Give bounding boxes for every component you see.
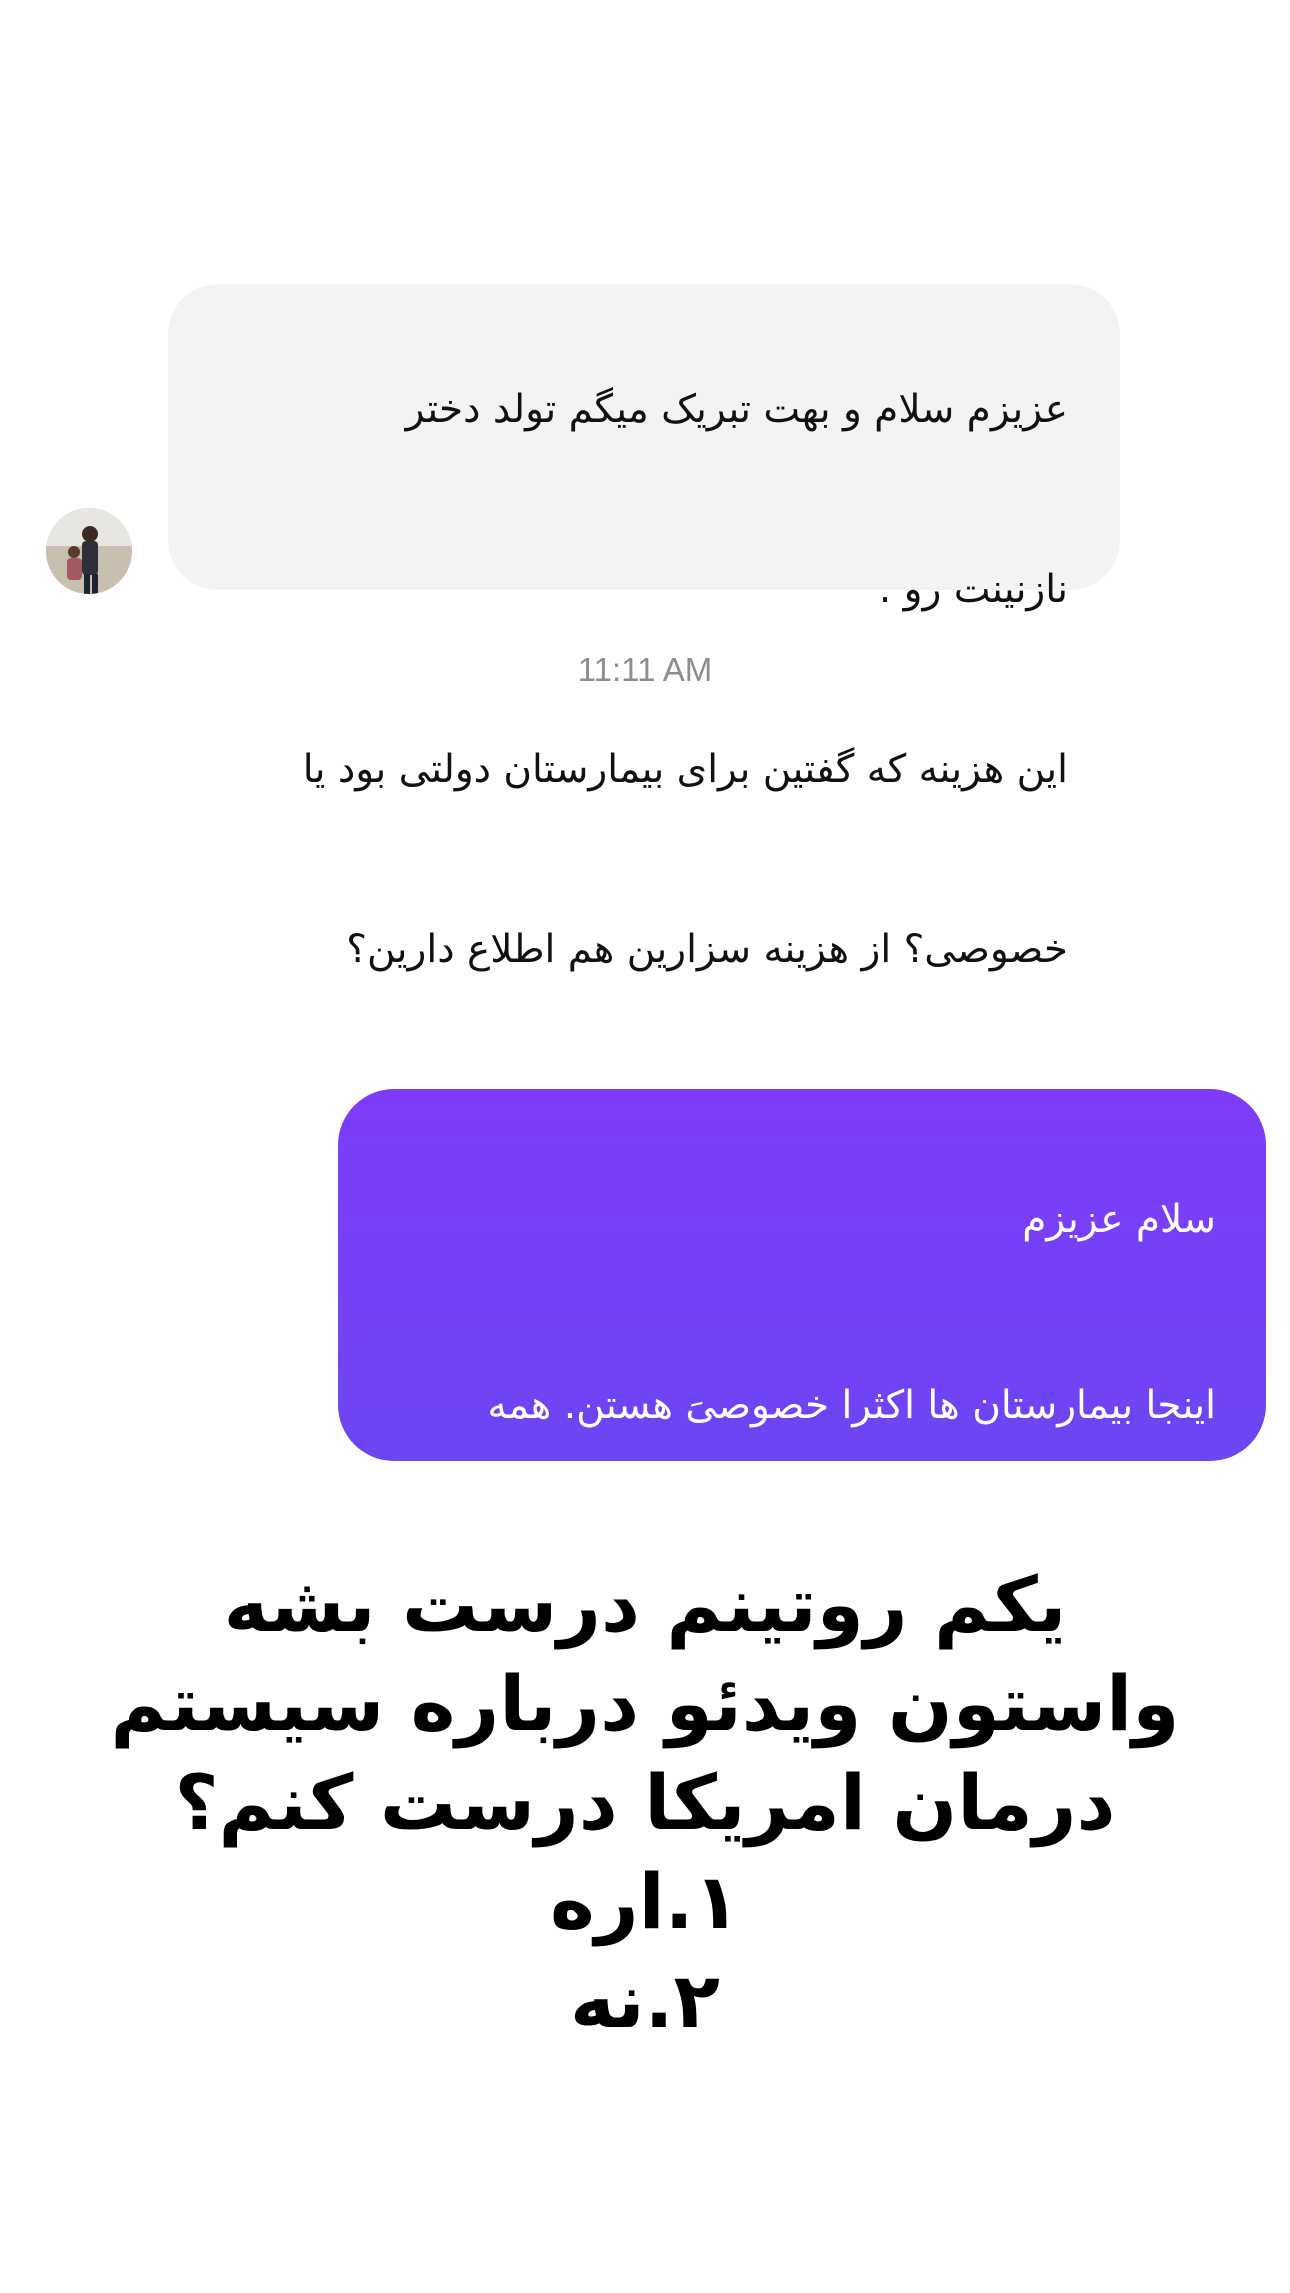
incoming-message-line: نازنینت رو . — [878, 567, 1068, 612]
story-poll-overlay: یکم روتینم درست بشه واستون ویدئو درباره … — [0, 1555, 1290, 2050]
outgoing-message-line: سلام عزیزم — [1022, 1197, 1216, 1242]
outgoing-message-line: اینجا بیمارستان ها اکثرا خصوصیَ هستن. هم… — [487, 1383, 1216, 1428]
poll-question-line: درمان امریکا درست کنم؟ — [174, 1758, 1116, 1847]
sender-avatar[interactable] — [46, 508, 132, 594]
poll-option-yes: ۱.اره — [550, 1857, 740, 1946]
avatar-photo-icon — [46, 508, 132, 594]
incoming-message-bubble[interactable]: عزیزم سلام و بهت تبریک میگم تولد دختر نا… — [168, 284, 1120, 972]
outgoing-message-bubble[interactable]: سلام عزیزم اینجا بیمارستان ها اکثرا خصوص… — [338, 1089, 1266, 1986]
poll-option-no: ۲.نه — [570, 1956, 720, 2045]
incoming-message-line: این هزینه که گفتین برای بیمارستان دولتی … — [302, 747, 1068, 792]
incoming-message-line: خصوصی؟ از هزینه سزارین هم اطلاع دارین؟ — [346, 927, 1068, 972]
incoming-message-line: عزیزم سلام و بهت تبریک میگم تولد دختر — [405, 387, 1068, 432]
message-timestamp: 11:11 AM — [577, 651, 713, 688]
poll-question-line: یکم روتینم درست بشه — [223, 1560, 1067, 1649]
poll-question-line: واستون ویدئو درباره سیستم — [110, 1659, 1180, 1748]
